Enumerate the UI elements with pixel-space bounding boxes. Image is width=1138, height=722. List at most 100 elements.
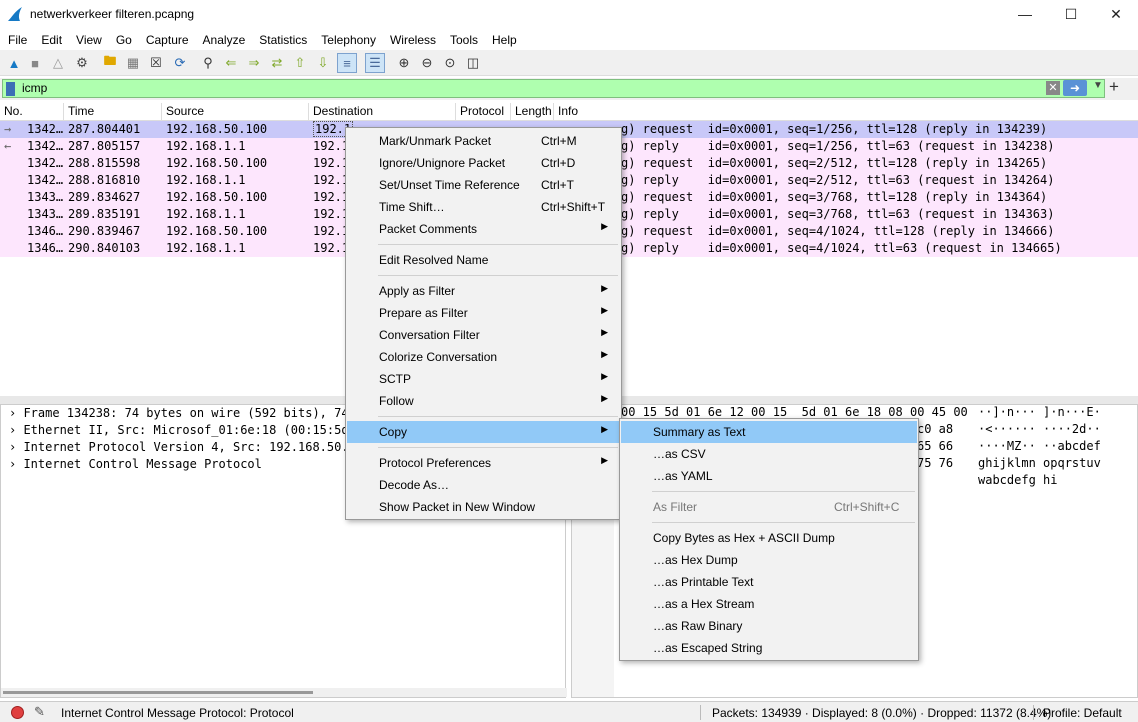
menu-item-copy-bytes-hex-ascii[interactable]: Copy Bytes as Hex + ASCII Dump: [621, 527, 917, 549]
ascii-line[interactable]: ·<······ ····2d··: [978, 422, 1101, 436]
horizontal-scrollbar[interactable]: [1, 688, 567, 697]
menu-statistics[interactable]: Statistics: [252, 30, 314, 50]
menu-item-sctp[interactable]: SCTP ▶: [347, 368, 620, 390]
menu-item-summary-as-text[interactable]: Summary as Text: [621, 421, 917, 443]
menu-item-time-shift[interactable]: Time Shift… Ctrl+Shift+T: [347, 196, 620, 218]
menu-separator: [652, 491, 915, 492]
capture-comment-icon[interactable]: ✎: [34, 704, 45, 720]
menu-telephony[interactable]: Telephony: [314, 30, 383, 50]
minimize-button[interactable]: —: [1002, 0, 1048, 28]
tree-item-ipv4[interactable]: › Internet Protocol Version 4, Src: 192.…: [9, 440, 356, 454]
maximize-button[interactable]: ☐: [1048, 0, 1094, 28]
column-length[interactable]: Length: [511, 103, 554, 121]
expand-chevron-icon[interactable]: ›: [9, 457, 23, 471]
hex-line[interactable]: 00 15 5d 01 6e 12 00 15 5d 01 6e 18 08 0…: [621, 405, 968, 419]
menu-item-as-yaml[interactable]: …as YAML: [621, 465, 917, 487]
tree-item-frame[interactable]: › Frame 134238: 74 bytes on wire (592 bi…: [9, 406, 349, 420]
menu-item-follow[interactable]: Follow ▶: [347, 390, 620, 412]
menu-help[interactable]: Help: [485, 30, 524, 50]
bookmark-icon[interactable]: [6, 82, 15, 96]
expert-info-icon[interactable]: [11, 706, 24, 719]
start-capture-icon[interactable]: ▲: [5, 54, 23, 72]
menu-item-time-reference[interactable]: Set/Unset Time Reference Ctrl+T: [347, 174, 620, 196]
zoom-out-icon[interactable]: ⊖: [418, 54, 436, 72]
menu-item-prepare-as-filter[interactable]: Prepare as Filter ▶: [347, 302, 620, 324]
menu-view[interactable]: View: [69, 30, 109, 50]
zoom-in-icon[interactable]: ⊕: [395, 54, 413, 72]
menu-item-packet-comments[interactable]: Packet Comments ▶: [347, 218, 620, 240]
filter-dropdown-icon[interactable]: ▼: [1093, 80, 1103, 91]
menu-item-ignore-packet[interactable]: Ignore/Unignore Packet Ctrl+D: [347, 152, 620, 174]
packet-source: 192.168.50.100: [166, 156, 268, 170]
status-profile-text[interactable]: Profile: Default: [1043, 706, 1122, 720]
menu-item-copy[interactable]: Copy ▶: [347, 421, 620, 443]
open-file-icon[interactable]: 🖿: [101, 53, 119, 72]
tree-item-icmp[interactable]: › Internet Control Message Protocol: [9, 457, 262, 471]
menu-item-as-escaped-string[interactable]: …as Escaped String: [621, 637, 917, 659]
autoscroll-icon[interactable]: ≡: [337, 53, 357, 73]
column-source[interactable]: Source: [162, 103, 309, 121]
hex-line[interactable]: 75 76: [917, 456, 953, 470]
menu-item-mark-packet[interactable]: Mark/Unmark Packet Ctrl+M: [347, 130, 620, 152]
menu-item-decode-as[interactable]: Decode As…: [347, 474, 620, 496]
save-file-icon[interactable]: ▦: [124, 54, 142, 72]
colorize-icon[interactable]: ☰: [365, 53, 385, 73]
menu-item-as-csv[interactable]: …as CSV: [621, 443, 917, 465]
column-destination[interactable]: Destination: [309, 103, 456, 121]
ascii-line[interactable]: ····MZ·· ··abcdef: [978, 439, 1101, 453]
go-back-icon[interactable]: ⇐: [222, 54, 240, 72]
tree-item-ethernet[interactable]: › Ethernet II, Src: Microsof_01:6e:18 (0…: [9, 423, 356, 437]
display-filter-input[interactable]: icmp: [2, 79, 1105, 98]
menu-item-apply-as-filter[interactable]: Apply as Filter ▶: [347, 280, 620, 302]
close-button[interactable]: ✕: [1093, 0, 1138, 28]
column-info[interactable]: Info: [554, 103, 1138, 121]
menu-item-as-printable-text[interactable]: …as Printable Text: [621, 571, 917, 593]
column-protocol[interactable]: Protocol: [456, 103, 511, 121]
menu-item-as-hex-stream[interactable]: …as a Hex Stream: [621, 593, 917, 615]
go-to-packet-icon[interactable]: ⇄: [268, 54, 286, 72]
packet-context-menu: Mark/Unmark Packet Ctrl+M Ignore/Unignore…: [345, 127, 622, 520]
ascii-line[interactable]: wabcdefg hi: [978, 473, 1057, 487]
expand-chevron-icon[interactable]: ›: [9, 423, 23, 437]
zoom-reset-icon[interactable]: ⊙: [441, 54, 459, 72]
go-forward-icon[interactable]: ⇒: [245, 54, 263, 72]
reload-file-icon[interactable]: ⟳: [171, 54, 189, 72]
menu-analyze[interactable]: Analyze: [196, 30, 253, 50]
clear-filter-icon[interactable]: ✕: [1046, 81, 1060, 95]
add-filter-button-icon[interactable]: +: [1109, 77, 1119, 97]
menu-item-as-hex-dump[interactable]: …as Hex Dump: [621, 549, 917, 571]
menu-item-edit-resolved-name[interactable]: Edit Resolved Name: [347, 249, 620, 271]
first-packet-icon[interactable]: ⇧: [291, 54, 309, 72]
expand-chevron-icon[interactable]: ›: [9, 440, 23, 454]
hex-line[interactable]: c0 a8: [917, 422, 953, 436]
menu-item-colorize-conversation[interactable]: Colorize Conversation ▶: [347, 346, 620, 368]
hex-line[interactable]: 65 66: [917, 439, 953, 453]
column-time[interactable]: Time: [64, 103, 162, 121]
menu-item-conversation-filter[interactable]: Conversation Filter ▶: [347, 324, 620, 346]
menu-wireless[interactable]: Wireless: [383, 30, 443, 50]
menu-capture[interactable]: Capture: [139, 30, 196, 50]
last-packet-icon[interactable]: ⇩: [314, 54, 332, 72]
packet-destination: 192.1: [313, 224, 350, 238]
restart-capture-icon[interactable]: △: [49, 54, 67, 72]
menu-edit[interactable]: Edit: [34, 30, 69, 50]
find-packet-icon[interactable]: ⚲: [199, 54, 217, 72]
menu-tools[interactable]: Tools: [443, 30, 485, 50]
menu-go[interactable]: Go: [109, 30, 139, 50]
ascii-line[interactable]: ··]·n··· ]·n···E·: [978, 405, 1101, 419]
packet-destination: 192.1: [313, 207, 350, 221]
apply-filter-icon[interactable]: ➜: [1063, 80, 1087, 96]
close-file-icon[interactable]: ☒: [147, 54, 165, 72]
menu-item-show-packet-new-window[interactable]: Show Packet in New Window: [347, 496, 620, 518]
expand-chevron-icon[interactable]: ›: [9, 406, 23, 420]
menu-item-protocol-preferences[interactable]: Protocol Preferences ▶: [347, 452, 620, 474]
column-no[interactable]: No.: [0, 103, 64, 121]
capture-options-icon[interactable]: ⚙: [73, 54, 91, 72]
menu-file[interactable]: File: [0, 30, 34, 50]
packet-source: 192.168.1.1: [166, 207, 246, 221]
ascii-line[interactable]: ghijklmn opqrstuv: [978, 456, 1101, 470]
stop-capture-icon[interactable]: ■: [26, 54, 44, 72]
menu-item-as-raw-binary[interactable]: …as Raw Binary: [621, 615, 917, 637]
scrollbar-thumb[interactable]: [3, 691, 313, 694]
resize-columns-icon[interactable]: ◫: [464, 54, 482, 72]
